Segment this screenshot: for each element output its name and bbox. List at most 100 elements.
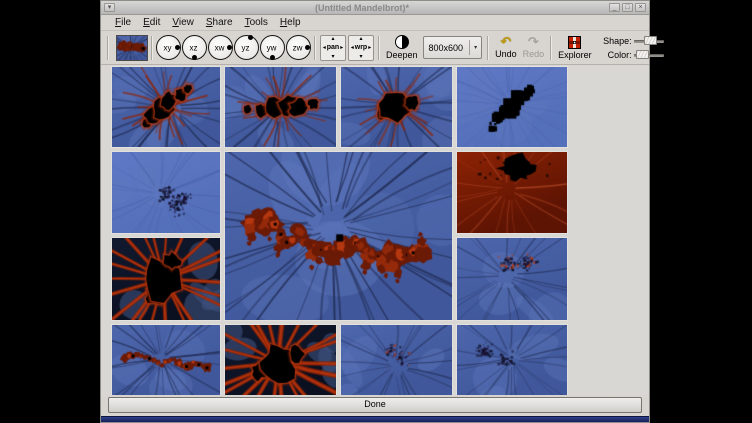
toolbar-separator [487,36,489,60]
menu-share[interactable]: Share [200,16,239,30]
menu-file[interactable]: File [109,16,137,30]
mutation-tile-bottom-3[interactable] [340,324,453,395]
mutation-tile-left-2[interactable] [111,237,221,321]
plane-dot-icon [305,45,310,50]
plane-button-label: yw [261,43,282,52]
explorer-icon [568,36,581,49]
mutation-tile-bottom-2-canvas [225,325,336,395]
menu-view[interactable]: View [166,16,200,30]
toolbar-separator [107,36,109,60]
deepen-icon [395,35,409,49]
undo-icon: ↶ [500,36,511,48]
close-button[interactable]: × [635,3,646,12]
resolution-select[interactable]: 800x600 ▾ [423,36,483,59]
menubar: FileEditViewShareToolsHelp [101,15,649,31]
pan-up-icon: ▴ [331,36,334,42]
mutation-tile-left-1[interactable] [111,151,221,234]
plane-dot-icon [175,45,180,50]
footer: Done [101,395,649,416]
fractal-preview-canvas [117,36,147,60]
titlebar: ▾ (Untitled Mandelbrot)* _ □ × [101,1,649,15]
plane-dot-icon [270,55,275,60]
redo-button[interactable]: ↷ Redo [520,36,548,59]
mutation-tile-right-2-canvas [457,238,567,320]
plane-dot-icon [227,45,232,50]
warp-control[interactable]: ▴ ◂ wrp ▸ ▾ [348,35,374,61]
mutation-tile-top-4-canvas [457,67,567,147]
shape-value: 61.3 [664,36,689,46]
main-fractal-view[interactable] [224,151,453,321]
plane-button-zw[interactable]: zw [286,35,311,60]
shape-label: Shape: [597,36,634,46]
warp-left-icon: ◂ [351,44,354,52]
progress-strip [101,416,649,422]
mutation-tile-top-3[interactable] [340,66,453,148]
explorer-grid [111,66,568,395]
pan-right-icon: ▸ [340,44,343,52]
toolbar-separator [314,36,316,60]
deepen-button[interactable]: Deepen [383,35,421,60]
mutation-tile-top-1[interactable] [111,66,221,148]
shape-slider[interactable] [634,36,664,46]
maximize-button[interactable]: □ [622,3,633,12]
warp-up-icon: ▴ [359,36,362,42]
plane-button-xy[interactable]: xy [156,35,181,60]
mutation-tile-bottom-3-canvas [341,325,452,395]
mutation-tile-bottom-1-canvas [112,325,220,395]
mutation-tile-top-3-canvas [341,67,452,147]
mutation-tile-top-4[interactable] [456,66,568,148]
pan-down-icon: ▾ [331,54,334,60]
minimize-button[interactable]: _ [609,3,620,12]
plane-dot-icon [248,35,253,40]
mutation-tile-left-1-canvas [112,152,220,233]
pan-control[interactable]: ▴ ◂ pan ▸ ▾ [320,35,346,61]
weirdness-sliders: Shape: 61.3 Color: 11.8 [597,35,689,61]
plane-button-label: yz [235,43,256,52]
toolbar-separator [378,36,380,60]
main-fractal-canvas [225,152,452,320]
plane-button-xz[interactable]: xz [182,35,207,60]
menu-edit[interactable]: Edit [137,16,166,30]
gnofract4d-window: ▾ (Untitled Mandelbrot)* _ □ × FileEditV… [100,0,650,423]
mutation-tile-top-2[interactable] [224,66,337,148]
explorer-label: Explorer [558,50,592,60]
mutation-tile-bottom-1[interactable] [111,324,221,395]
mutation-tile-bottom-2[interactable] [224,324,337,395]
mutation-tile-top-2-canvas [225,67,336,147]
undo-button[interactable]: ↶ Undo [492,36,520,59]
deepen-label: Deepen [386,50,418,60]
menu-help[interactable]: Help [274,16,307,30]
mutation-tile-top-1-canvas [112,67,220,147]
toolbar-separator [151,36,153,60]
pan-label: pan [327,44,339,52]
explorer-toggle-button[interactable]: Explorer [555,36,595,60]
mutation-tile-bottom-4[interactable] [456,324,568,395]
warp-down-icon: ▾ [359,54,362,60]
done-button[interactable]: Done [108,397,642,413]
color-slider[interactable] [634,50,664,60]
toolbar-separator [550,36,552,60]
color-slider-handle[interactable] [636,50,649,59]
pan-left-icon: ◂ [323,44,326,52]
menu-tools[interactable]: Tools [239,16,274,30]
plane-button-yw[interactable]: yw [260,35,285,60]
plane-button-yz[interactable]: yz [234,35,259,60]
window-title: (Untitled Mandelbrot)* [116,3,608,13]
toolbar: xyxzxwyzywzw ▴ ◂ pan ▸ ▾ ▴ ◂ wrp ▸ ▾ Dee… [101,31,649,65]
mutation-tile-right-1[interactable] [456,151,568,234]
resolution-value: 800x600 [424,43,470,53]
plane-dot-icon [192,55,197,60]
window-menu-button[interactable]: ▾ [104,3,115,12]
plane-button-label: xz [183,43,204,52]
mutation-tile-right-1-canvas [457,152,567,233]
shape-slider-handle[interactable] [644,36,657,45]
redo-icon: ↷ [528,36,539,48]
redo-label: Redo [523,49,545,59]
undo-label: Undo [495,49,517,59]
chevron-down-icon: ▾ [470,44,481,51]
warp-label: wrp [355,44,367,52]
mutation-tile-right-2[interactable] [456,237,568,321]
plane-buttons: xyxzxwyzywzw [156,35,311,60]
plane-button-xw[interactable]: xw [208,35,233,60]
color-value: 11.8 [664,50,689,60]
